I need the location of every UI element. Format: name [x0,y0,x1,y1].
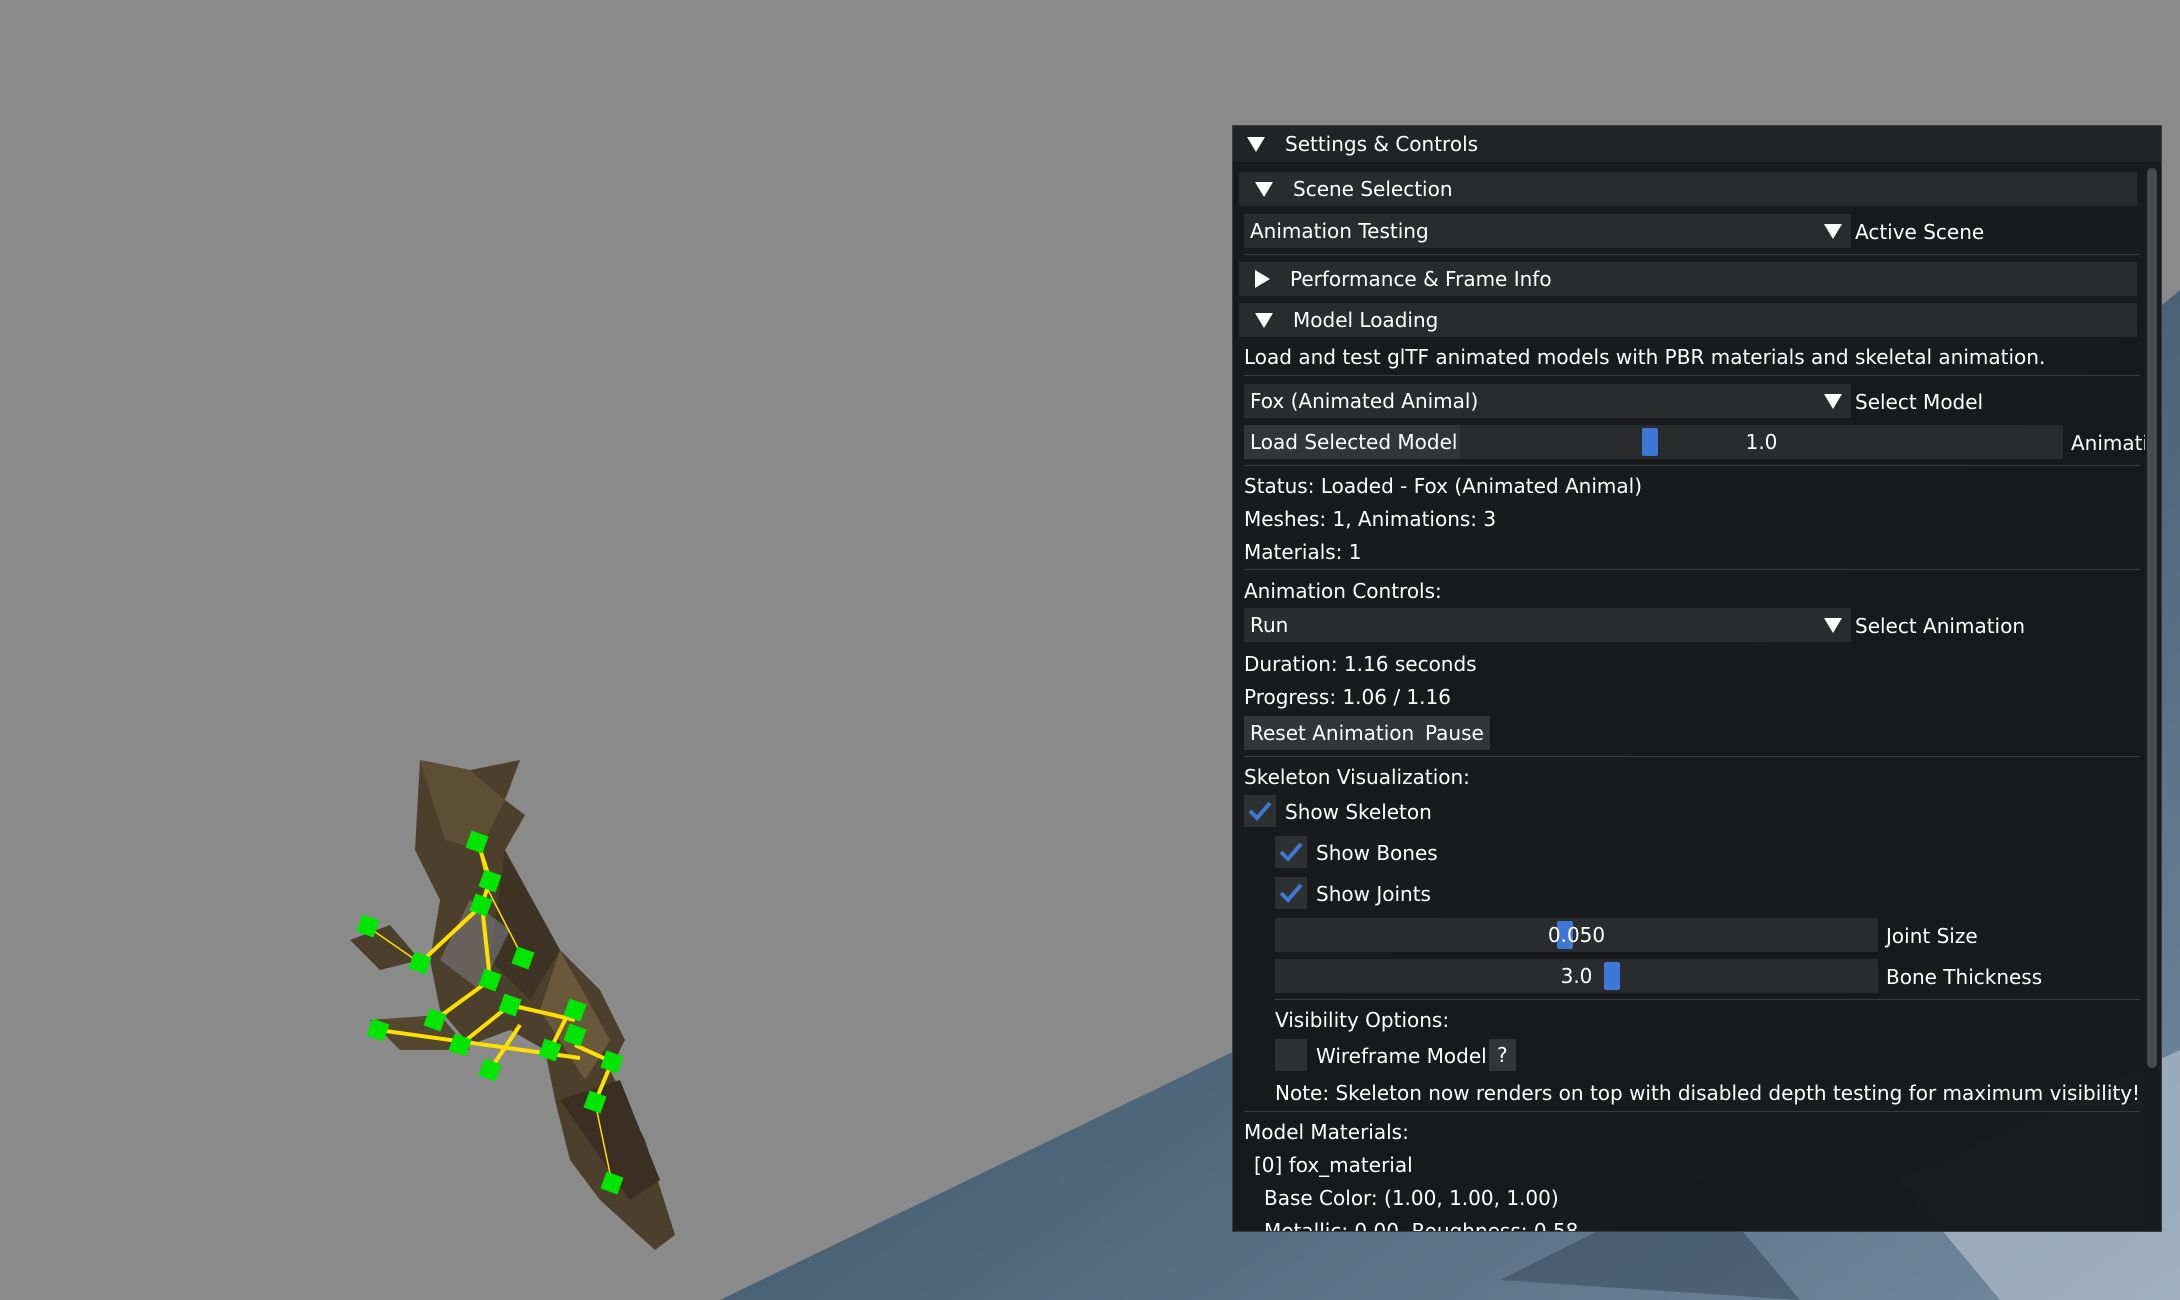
animation-speed-value: 1.0 [1745,430,1778,454]
model-loading-header[interactable]: Model Loading [1239,303,2137,337]
show-joints-label: Show Joints [1316,882,1431,906]
active-scene-combo[interactable]: Animation Testing [1244,214,1851,248]
animation-speed-slider[interactable]: 1.0 [1460,425,2063,459]
performance-header[interactable]: Performance & Frame Info [1239,262,2137,296]
performance-title: Performance & Frame Info [1290,267,1552,291]
select-animation-combo[interactable]: Run [1244,608,1851,642]
bone-thickness-value: 3.0 [1560,964,1593,988]
dropdown-arrow-icon [1824,393,1842,409]
checkmark-icon [1279,842,1303,862]
panel-title: Settings & Controls [1285,132,1479,156]
reset-animation-button[interactable]: Reset Animation [1244,716,1421,750]
select-animation-value: Run [1250,613,1289,637]
scene-selection-title: Scene Selection [1293,177,1453,201]
visibility-options-label: Visibility Options: [1275,1008,1450,1032]
load-selected-model-button[interactable]: Load Selected Model [1244,425,1464,459]
panel-scrollbar[interactable] [2145,164,2159,1229]
settings-panel[interactable]: Settings & Controls Scene Selection Anim… [1232,125,2162,1232]
select-model-value: Fox (Animated Animal) [1250,389,1479,413]
skeleton-visualization-label: Skeleton Visualization: [1244,765,1470,789]
active-scene-label: Active Scene [1855,220,1985,244]
select-model-combo[interactable]: Fox (Animated Animal) [1244,384,1851,418]
show-skeleton-label: Show Skeleton [1285,800,1432,824]
duration-text: Duration: 1.16 seconds [1244,652,1477,676]
pause-button[interactable]: Pause [1419,716,1490,750]
collapse-arrow-icon [1255,312,1273,328]
show-bones-label: Show Bones [1316,841,1438,865]
joint-size-value: 0.050 [1547,923,1606,947]
scrollbar-thumb[interactable] [2147,168,2157,1068]
joint-size-slider[interactable]: 0.050 [1275,918,1878,952]
base-color-text: Base Color: (1.00, 1.00, 1.00) [1264,1186,1559,1210]
meshes-text: Meshes: 1, Animations: 3 [1244,507,1497,531]
help-button[interactable]: ? [1489,1039,1516,1071]
wireframe-model-checkbox[interactable] [1275,1039,1307,1071]
select-animation-label: Select Animation [1855,614,2026,638]
wireframe-model-label: Wireframe Model [1316,1044,1487,1068]
show-joints-checkbox[interactable] [1275,877,1307,909]
scene-selection-header[interactable]: Scene Selection [1239,172,2137,206]
animation-controls-label: Animation Controls: [1244,579,1442,603]
show-bones-checkbox[interactable] [1275,836,1307,868]
dropdown-arrow-icon [1824,617,1842,633]
model-materials-label: Model Materials: [1244,1120,1409,1144]
select-model-label: Select Model [1855,390,1984,414]
material-entry: [0] fox_material [1254,1153,1413,1177]
model-loading-title: Model Loading [1293,308,1439,332]
expand-arrow-icon [1255,270,1270,288]
show-skeleton-checkbox[interactable] [1244,795,1276,827]
animation-speed-label: Animati [2071,431,2149,455]
progress-text: Progress: 1.06 / 1.16 [1244,685,1451,709]
status-text: Status: Loaded - Fox (Animated Animal) [1244,474,1643,498]
checkmark-icon [1279,883,1303,903]
model-loading-description: Load and test glTF animated models with … [1244,345,2046,369]
dropdown-arrow-icon [1824,223,1842,239]
checkmark-icon [1248,801,1272,821]
materials-text: Materials: 1 [1244,540,1362,564]
bone-thickness-label: Bone Thickness [1886,965,2043,989]
joint-size-label: Joint Size [1886,924,1978,948]
active-scene-value: Animation Testing [1250,219,1429,243]
collapse-arrow-icon [1255,181,1273,197]
skeleton-note: Note: Skeleton now renders on top with d… [1275,1081,2141,1105]
panel-title-bar[interactable]: Settings & Controls [1233,126,2161,162]
bone-thickness-slider[interactable]: 3.0 [1275,959,1878,993]
metallic-roughness-text: Metallic: 0.00, Roughness: 0.58 [1264,1219,1579,1232]
collapse-arrow-icon[interactable] [1247,136,1265,152]
